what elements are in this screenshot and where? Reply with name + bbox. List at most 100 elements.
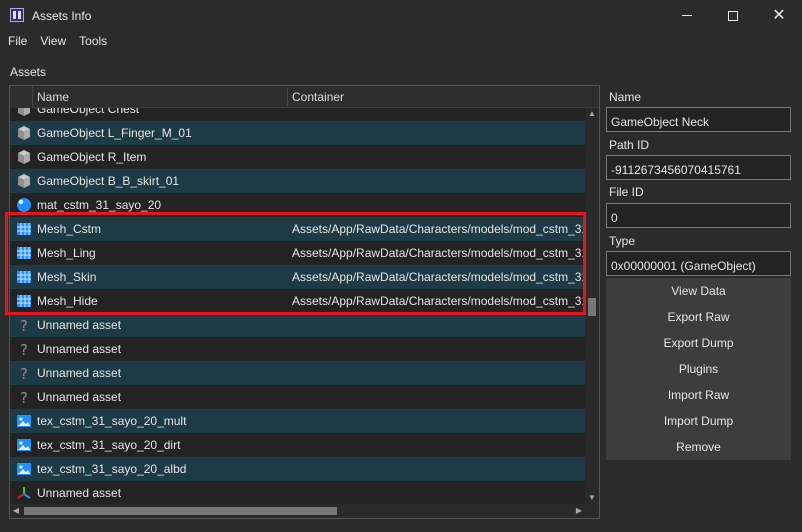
- cube-icon: [16, 149, 32, 165]
- question-mark-icon: ?: [16, 341, 32, 359]
- menu-tools[interactable]: Tools: [71, 31, 112, 51]
- title-bar: Assets Info ✕: [0, 0, 802, 31]
- row-container: Assets/App/RawData/Characters/models/mod…: [292, 294, 585, 308]
- remove-button[interactable]: Remove: [606, 434, 791, 460]
- svg-text:?: ?: [20, 341, 28, 357]
- row-name: GameObject R_Item: [37, 150, 147, 164]
- window-title: Assets Info: [32, 9, 92, 23]
- file-id-label: File ID: [609, 185, 644, 199]
- list-header: Name Container: [10, 86, 599, 108]
- import-raw-button[interactable]: Import Raw: [606, 382, 791, 408]
- table-row[interactable]: Mesh_Hide Assets/App/RawData/Characters/m…: [10, 289, 585, 313]
- export-raw-button[interactable]: Export Raw: [606, 304, 791, 330]
- name-label: Name: [609, 90, 642, 104]
- table-row[interactable]: GameObject L_Finger_M_01: [10, 121, 585, 145]
- asset-list: Name Container GameObject Chest GameObjec…: [9, 85, 600, 519]
- question-mark-icon: ?: [16, 317, 32, 335]
- row-name: mat_cstm_31_sayo_20: [37, 198, 162, 212]
- row-name: GameObject Chest: [37, 108, 140, 116]
- cube-icon: [16, 173, 32, 189]
- maximize-icon: [728, 10, 738, 21]
- export-dump-button[interactable]: Export Dump: [606, 330, 791, 356]
- row-name: Mesh_Skin: [37, 270, 97, 284]
- row-name: tex_cstm_31_sayo_20_albd: [37, 462, 187, 476]
- row-name: tex_cstm_31_sayo_20_dirt: [37, 438, 181, 452]
- row-name: Mesh_Hide: [37, 294, 98, 308]
- row-name: Unnamed asset: [37, 486, 122, 500]
- maximize-button[interactable]: [710, 0, 756, 31]
- table-row[interactable]: Mesh_Skin Assets/App/RawData/Characters/m…: [10, 265, 585, 289]
- app-logo-icon: [10, 8, 24, 22]
- scroll-down-icon[interactable]: ▼: [585, 492, 599, 504]
- svg-text:?: ?: [20, 317, 28, 333]
- table-row[interactable]: GameObject R_Item: [10, 145, 585, 169]
- table-row[interactable]: Mesh_Cstm Assets/App/RawData/Characters/m…: [10, 217, 585, 241]
- transform-axes-icon: [16, 485, 32, 501]
- horizontal-scroll-thumb[interactable]: [24, 507, 337, 515]
- assets-section-label: Assets: [10, 65, 47, 79]
- row-name: GameObject L_Finger_M_01: [37, 126, 192, 140]
- row-name: Unnamed asset: [37, 390, 122, 404]
- type-label: Type: [609, 234, 636, 248]
- svg-text:?: ?: [20, 389, 28, 405]
- mesh-grid-icon: [16, 221, 32, 237]
- vertical-scrollbar[interactable]: ▲ ▼: [585, 108, 599, 504]
- minimize-icon: [682, 15, 692, 16]
- column-header-container[interactable]: Container: [292, 90, 344, 104]
- type-field[interactable]: [606, 251, 791, 276]
- path-id-field[interactable]: [606, 155, 791, 180]
- scroll-right-icon[interactable]: ▶: [573, 504, 585, 518]
- table-row[interactable]: GameObject Chest: [10, 108, 585, 121]
- mesh-grid-icon: [16, 269, 32, 285]
- name-field[interactable]: [606, 107, 791, 132]
- table-row[interactable]: mat_cstm_31_sayo_20: [10, 193, 585, 217]
- material-sphere-icon: [16, 197, 32, 213]
- table-row[interactable]: ? Unnamed asset: [10, 337, 585, 361]
- horizontal-scrollbar[interactable]: ◀ ▶: [10, 504, 585, 518]
- row-name: tex_cstm_31_sayo_20_mult: [37, 414, 187, 428]
- row-name: Unnamed asset: [37, 342, 122, 356]
- mesh-grid-icon: [16, 293, 32, 309]
- mesh-grid-icon: [16, 245, 32, 261]
- row-name: Mesh_Cstm: [37, 222, 102, 236]
- table-row[interactable]: Mesh_Ling Assets/App/RawData/Characters/m…: [10, 241, 585, 265]
- column-divider[interactable]: [287, 88, 288, 106]
- table-row[interactable]: ? Unnamed asset: [10, 313, 585, 337]
- table-row[interactable]: GameObject B_B_skirt_01: [10, 169, 585, 193]
- cube-icon: [16, 108, 32, 117]
- path-id-label: Path ID: [609, 138, 650, 152]
- scroll-left-icon[interactable]: ◀: [10, 504, 22, 518]
- view-data-button[interactable]: View Data: [606, 278, 791, 304]
- vertical-scroll-thumb[interactable]: [588, 298, 596, 316]
- action-buttons: View Data Export Raw Export Dump Plugins…: [606, 278, 791, 460]
- table-row[interactable]: ? Unnamed asset: [10, 385, 585, 409]
- svg-text:?: ?: [20, 365, 28, 381]
- minimize-button[interactable]: [664, 0, 710, 31]
- menu-view[interactable]: View: [32, 31, 71, 51]
- table-row[interactable]: tex_cstm_31_sayo_20_albd: [10, 457, 585, 481]
- row-name: Mesh_Ling: [37, 246, 96, 260]
- texture-image-icon: [16, 413, 32, 429]
- menu-file[interactable]: File: [0, 31, 32, 51]
- sort-column-header[interactable]: [10, 86, 33, 108]
- file-id-field[interactable]: [606, 203, 791, 228]
- table-row[interactable]: Unnamed asset: [10, 481, 585, 504]
- cube-icon: [16, 125, 32, 141]
- column-header-name[interactable]: Name: [37, 90, 69, 104]
- texture-image-icon: [16, 461, 32, 477]
- row-container: Assets/App/RawData/Characters/models/mod…: [292, 222, 585, 236]
- import-dump-button[interactable]: Import Dump: [606, 408, 791, 434]
- scroll-up-icon[interactable]: ▲: [585, 108, 599, 120]
- plugins-button[interactable]: Plugins: [606, 356, 791, 382]
- texture-image-icon: [16, 437, 32, 453]
- close-icon: ✕: [772, 6, 786, 24]
- table-row[interactable]: tex_cstm_31_sayo_20_dirt: [10, 433, 585, 457]
- row-container: Assets/App/RawData/Characters/models/mod…: [292, 270, 585, 284]
- menu-bar: File View Tools: [0, 31, 112, 51]
- question-mark-icon: ?: [16, 365, 32, 383]
- row-name: Unnamed asset: [37, 366, 122, 380]
- table-row[interactable]: ? Unnamed asset: [10, 361, 585, 385]
- table-row[interactable]: tex_cstm_31_sayo_20_mult: [10, 409, 585, 433]
- close-button[interactable]: ✕: [756, 0, 802, 31]
- row-name: GameObject B_B_skirt_01: [37, 174, 180, 188]
